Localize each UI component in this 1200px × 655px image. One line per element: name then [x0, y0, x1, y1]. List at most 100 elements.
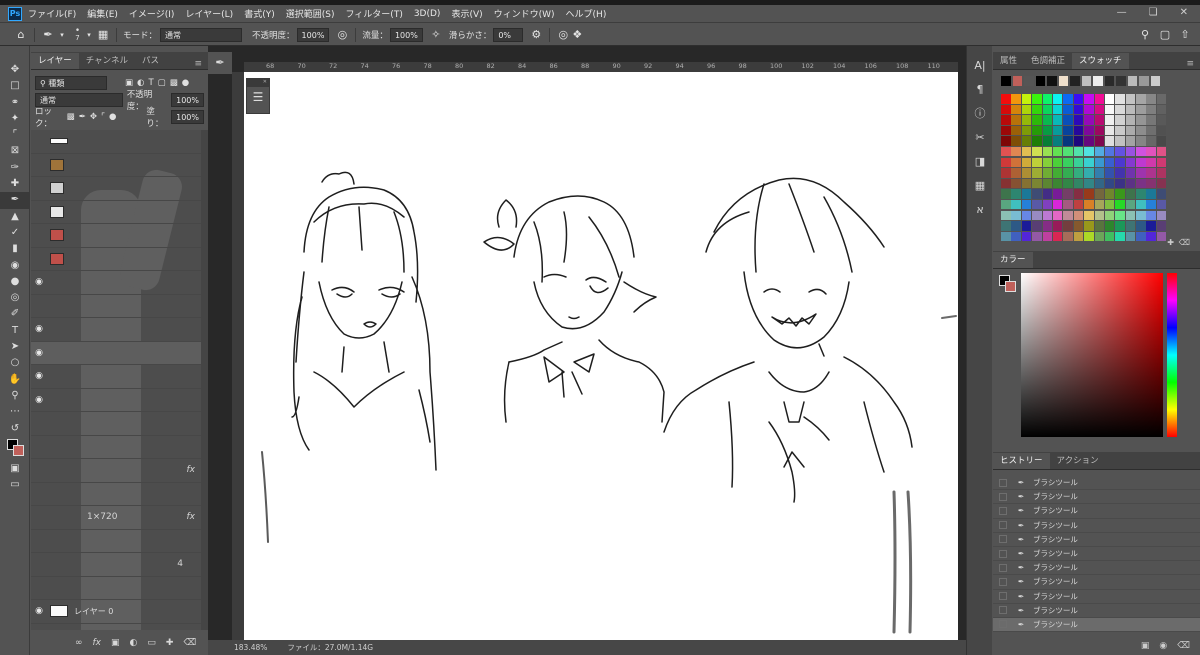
swatch[interactable] [1001, 136, 1011, 146]
new-document-icon[interactable]: ▣ [1141, 641, 1150, 651]
swatch[interactable] [1125, 210, 1136, 221]
magic-wand-tool-icon[interactable]: ✦ [0, 111, 30, 127]
filter-shape-icon[interactable]: ▢ [158, 78, 166, 88]
tab-channels[interactable]: チャンネル [79, 53, 135, 69]
brush-size-picker[interactable]: • 7 [75, 26, 80, 42]
smoothing-input[interactable]: 0% [493, 27, 524, 42]
menu-filter[interactable]: フィルター(T) [345, 7, 402, 20]
swatch[interactable] [1021, 231, 1032, 242]
swatch[interactable] [1032, 125, 1042, 136]
layer-row[interactable]: 4 [31, 553, 201, 577]
swatch[interactable] [1042, 146, 1053, 157]
move-tool-icon[interactable]: ✥ [0, 62, 30, 78]
swatch[interactable] [1115, 94, 1125, 104]
swatch[interactable] [1042, 157, 1053, 168]
swatch[interactable] [1001, 125, 1011, 136]
swatch[interactable] [1011, 115, 1021, 125]
marquee-tool-icon[interactable]: □ [0, 78, 30, 94]
swatch[interactable] [1139, 76, 1149, 86]
tab-paths[interactable]: パス [135, 53, 166, 69]
swatch[interactable] [1001, 104, 1011, 115]
swatch[interactable] [1052, 94, 1063, 104]
swatch[interactable] [1073, 168, 1084, 178]
swatch[interactable] [1084, 157, 1094, 168]
swatch[interactable] [1156, 125, 1167, 136]
swatch[interactable] [1063, 157, 1073, 168]
swatch[interactable] [1021, 104, 1032, 115]
swatch[interactable] [1081, 76, 1091, 86]
tab-color[interactable]: カラー [993, 252, 1033, 268]
gear-icon[interactable]: ⚙ [529, 28, 543, 42]
layer-opacity-input[interactable]: 100% [171, 92, 204, 107]
swatch[interactable] [1094, 94, 1105, 104]
eye-icon[interactable]: ◉ [31, 395, 47, 405]
swatch[interactable] [1011, 157, 1021, 168]
swatch[interactable] [1011, 210, 1021, 221]
swatch[interactable] [1052, 221, 1063, 231]
menu-select[interactable]: 選択範囲(S) [286, 7, 335, 20]
swatch[interactable] [1063, 146, 1073, 157]
swatch[interactable] [1073, 146, 1084, 157]
tool-presets-icon[interactable]: ✂ [967, 126, 993, 150]
lock-paint-icon[interactable]: ✒ [79, 112, 86, 122]
swatch[interactable] [1136, 189, 1146, 199]
swatch[interactable] [1063, 94, 1073, 104]
workspace-icon[interactable]: ▢ [1158, 28, 1172, 42]
swatch[interactable] [1104, 104, 1115, 115]
new-swatch-icon[interactable]: ✚ [1167, 238, 1174, 247]
swatch[interactable] [1052, 199, 1063, 210]
swatch[interactable] [1063, 189, 1073, 199]
eye-icon[interactable]: ◉ [31, 348, 47, 358]
swatch[interactable] [1021, 125, 1032, 136]
swatch[interactable] [1052, 146, 1063, 157]
swatch[interactable] [1127, 76, 1137, 86]
swatch[interactable] [1035, 76, 1045, 86]
snapshot-checkbox[interactable] [999, 478, 1007, 487]
swatch[interactable] [1063, 136, 1073, 146]
healing-tool-icon[interactable]: ✚ [0, 176, 30, 192]
snapshot-checkbox[interactable] [999, 549, 1007, 558]
screen-mode-icon[interactable]: ▭ [0, 477, 30, 493]
swatch[interactable] [1032, 104, 1042, 115]
swatch[interactable] [1052, 104, 1063, 115]
swatch[interactable] [1063, 115, 1073, 125]
fill-input[interactable]: 100% [171, 109, 204, 124]
swatch[interactable] [1094, 178, 1105, 189]
snapshot-checkbox[interactable] [999, 620, 1007, 629]
swatch[interactable] [1011, 146, 1021, 157]
tab-layers[interactable]: レイヤー [31, 53, 79, 69]
swatch[interactable] [1032, 136, 1042, 146]
swatch[interactable] [1011, 104, 1021, 115]
swatch[interactable] [1136, 210, 1146, 221]
swatch[interactable] [1136, 168, 1146, 178]
background-color[interactable] [1005, 281, 1016, 292]
swatch[interactable] [1094, 157, 1105, 168]
swap-colors-icon[interactable]: ↺ [0, 421, 30, 437]
swatch[interactable] [1156, 157, 1167, 168]
swatch[interactable] [1094, 189, 1105, 199]
swatch[interactable] [1125, 199, 1136, 210]
fx-icon[interactable]: fx [93, 638, 102, 648]
tab-adjustments[interactable]: 色調補正 [1024, 53, 1072, 69]
new-layer-icon[interactable]: ✚ [166, 638, 174, 648]
layer-row[interactable]: ◉ [31, 389, 201, 412]
swatch[interactable] [1146, 189, 1156, 199]
swatch[interactable] [1052, 125, 1063, 136]
history-item[interactable]: ✒ ブラシツール [993, 519, 1200, 533]
swatch[interactable] [1136, 115, 1146, 125]
swatch[interactable] [1104, 94, 1115, 104]
path-select-tool-icon[interactable]: ➤ [0, 339, 30, 355]
eye-icon[interactable]: ◉ [31, 277, 47, 287]
opacity-input[interactable]: 100% [296, 27, 330, 42]
swatch[interactable] [1104, 136, 1115, 146]
layer-row[interactable] [31, 201, 201, 224]
layer-row[interactable] [31, 483, 201, 506]
layer-row[interactable]: ◉ [31, 318, 201, 342]
eye-icon[interactable]: ◉ [31, 324, 47, 334]
pen-tool-icon[interactable]: ✐ [0, 306, 30, 322]
swatch[interactable] [1146, 210, 1156, 221]
swatch[interactable] [1115, 231, 1125, 242]
history-item[interactable]: ✒ ブラシツール [993, 490, 1200, 505]
swatch[interactable] [1104, 168, 1115, 178]
adjustment-icon[interactable]: ◐ [130, 638, 138, 648]
